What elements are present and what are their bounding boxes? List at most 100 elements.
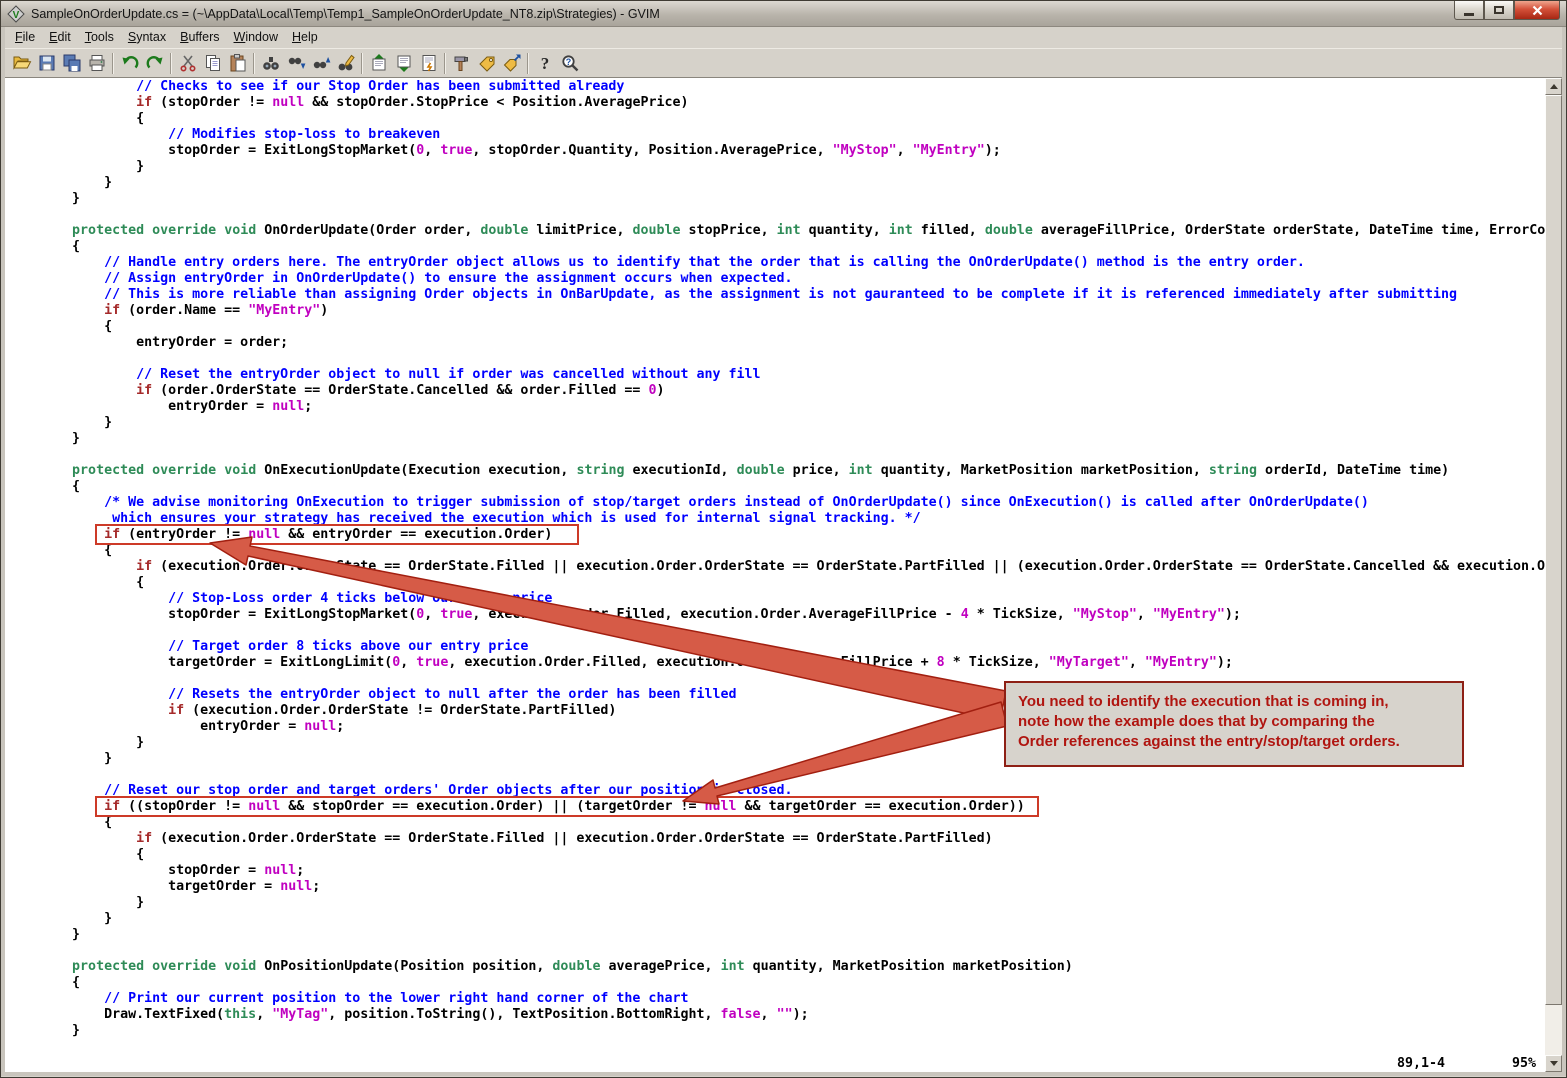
close-button[interactable] [1514,1,1560,20]
scrollbar-track[interactable] [1545,95,1562,1055]
maximize-icon [1494,6,1504,14]
menu-file[interactable]: File [8,28,42,47]
menu-edit[interactable]: Edit [42,28,78,47]
open-file-icon[interactable] [9,51,34,76]
scrollbar[interactable] [1545,78,1562,1072]
callout-text: You need to identify the execution that … [1018,692,1450,752]
arrow-up-icon [1549,84,1558,89]
gvim-window: V SampleOnOrderUpdate.cs = (~\AppData\Lo… [0,0,1567,1078]
code-line: // This is more reliable than assigning … [8,287,1457,302]
scroll-up-button[interactable] [1545,78,1562,95]
code-line: } [8,431,81,446]
replace-icon[interactable] [333,51,358,76]
code-line: if (stopOrder != null && stopOrder.StopP… [136,95,689,110]
paste-icon[interactable] [225,51,250,76]
code-line: { [8,479,81,494]
minimize-button[interactable] [1454,1,1484,20]
code-line: } [8,159,145,174]
code-line: } [8,927,81,942]
ruler-scroll-percent: 95% [1512,1056,1537,1071]
code-line: protected override void OnPositionUpdate… [72,959,1073,974]
minimize-icon [1464,12,1474,16]
run-script-icon[interactable] [416,51,441,76]
title-bar[interactable]: V SampleOnOrderUpdate.cs = (~\AppData\Lo… [1,1,1566,27]
code-line: // Checks to see if our Stop Order has b… [8,79,625,94]
svg-text:?: ? [565,57,571,67]
code-line: stopOrder = ExitLongStopMarket(0, true, … [8,607,1241,622]
code-line: } [8,175,113,190]
code-line: { [8,575,145,590]
save-all-icon[interactable] [59,51,84,76]
window-frame: File Edit Tools Syntax Buffers Window Help ?? … [1,27,1566,1076]
save-file-icon[interactable] [34,51,59,76]
annotation-highlight-box-entry [95,524,579,545]
scroll-down-button[interactable] [1545,1055,1562,1072]
code-line: // Modifies stop-loss to breakeven [8,127,441,142]
menu-buffers[interactable]: Buffers [173,28,226,47]
find-next-icon[interactable] [283,51,308,76]
annotation-callout: You need to identify the execution that … [1004,681,1464,767]
menu-syntax[interactable]: Syntax [121,28,173,47]
code-line: if (execution.Order.OrderState == OrderS… [136,559,1545,574]
code-line: } [8,895,145,910]
code-line: { [8,975,81,990]
code-line: { [8,239,81,254]
code-line: // Reset the entryOrder object to null i… [8,367,761,382]
copy-icon[interactable] [200,51,225,76]
code-line: } [8,415,113,430]
find-prev-icon[interactable] [308,51,333,76]
ruler-position: 89,1-4 [1397,1056,1446,1071]
cut-icon[interactable] [175,51,200,76]
callout-line: note how the example does that by compar… [1018,713,1375,730]
menu-help[interactable]: Help [285,28,325,47]
code-line: { [8,543,113,558]
load-session-icon[interactable] [366,51,391,76]
code-line: entryOrder = order; [8,335,289,350]
save-session-icon[interactable] [391,51,416,76]
find-help-icon[interactable]: ? [557,51,582,76]
scrollbar-thumb[interactable] [1545,95,1562,1005]
undo-icon[interactable] [117,51,142,76]
code-line: // Print our current position to the low… [8,991,689,1006]
tag-jump-icon[interactable] [499,51,524,76]
print-icon[interactable] [84,51,109,76]
arrow-down-icon [1549,1061,1558,1066]
code-line: if (order.OrderState == OrderState.Cance… [136,383,665,398]
code-area[interactable]: // Checks to see if our Stop Order has b… [5,78,1545,1072]
code-line: // Handle entry orders here. The entryOr… [8,255,1305,270]
maximize-button[interactable] [1484,1,1514,20]
help-icon[interactable]: ? [532,51,557,76]
find-icon[interactable] [258,51,283,76]
code-line: Draw.TextFixed(this, "MyTag", position.T… [8,1007,809,1022]
svg-text:V: V [13,10,20,21]
menu-tools[interactable]: Tools [78,28,121,47]
toolbar-separator [361,52,363,74]
code-line: } [8,911,113,926]
code-line: // Assign entryOrder in OnOrderUpdate() … [8,271,793,286]
code-line: stopOrder = null; [8,863,305,878]
toolbar-separator [444,52,446,74]
code-line: } [8,1023,81,1038]
code-line: entryOrder = null; [8,399,313,414]
code-line: protected override void OnExecutionUpdat… [72,463,1450,478]
make-icon[interactable] [449,51,474,76]
window-title: SampleOnOrderUpdate.cs = (~\AppData\Loca… [31,6,660,21]
code-line: } [8,191,81,206]
code-line: // Target order 8 ticks above our entry … [8,639,529,654]
svg-text:?: ? [540,54,549,73]
toolbar-separator [112,52,114,74]
code-line: protected override void OnOrderUpdate(Or… [72,223,1545,238]
callout-line: Order references against the entry/stop/… [1018,733,1400,750]
redo-icon[interactable] [142,51,167,76]
callout-line: You need to identify the execution that … [1018,693,1389,710]
menu-window[interactable]: Window [227,28,285,47]
gvim-app-icon: V [7,4,25,23]
code-line: { [8,847,145,862]
code-line: targetOrder = ExitLongLimit(0, true, exe… [8,655,1233,670]
run-ctags-icon[interactable] [474,51,499,76]
code-line: { [8,815,113,830]
